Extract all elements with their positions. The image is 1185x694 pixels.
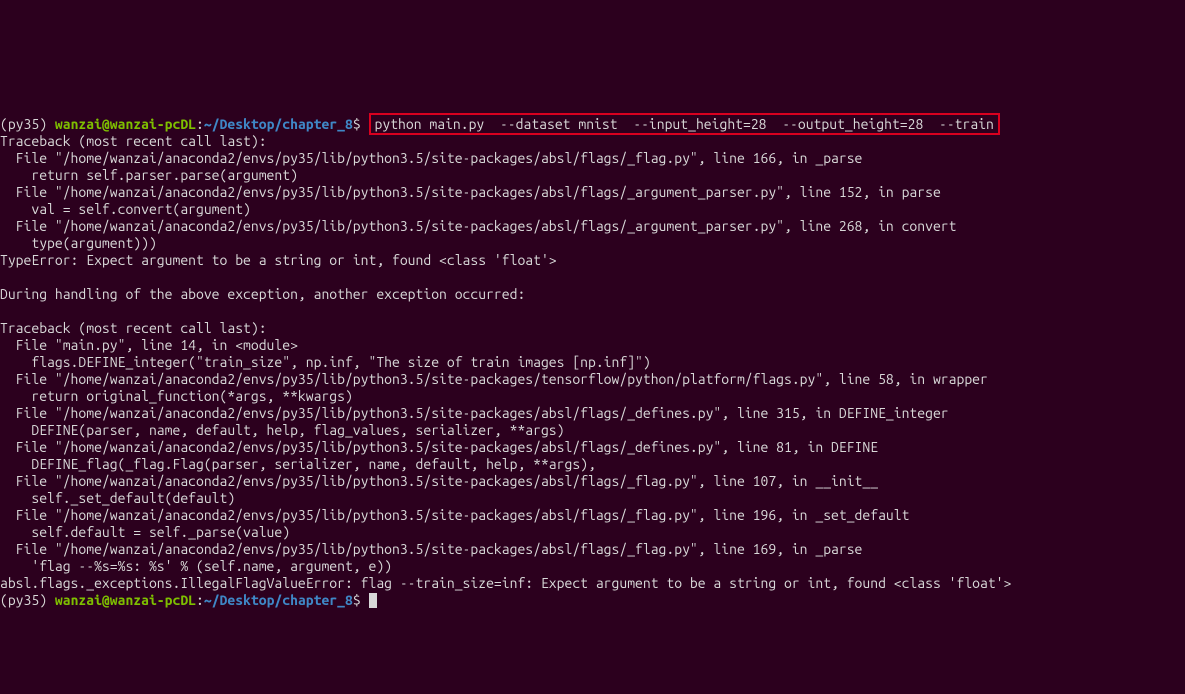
- prompt-env: (py35): [0, 592, 55, 608]
- traceback-2-line: flags.DEFINE_integer("train_size", np.in…: [0, 354, 651, 370]
- traceback-2-line: File "/home/wanzai/anaconda2/envs/py35/l…: [0, 405, 949, 421]
- traceback-2-line: self.default = self._parse(value): [0, 524, 290, 540]
- traceback-2-line: File "/home/wanzai/anaconda2/envs/py35/l…: [0, 473, 878, 489]
- traceback-2-line: File "main.py", line 14, in <module>: [0, 337, 298, 353]
- traceback-2-line: File "/home/wanzai/anaconda2/envs/py35/l…: [0, 371, 988, 387]
- prompt-dollar: $: [353, 592, 369, 608]
- traceback-2-header: Traceback (most recent call last):: [0, 320, 267, 336]
- traceback-2-line: File "/home/wanzai/anaconda2/envs/py35/l…: [0, 541, 862, 557]
- terminal-output[interactable]: (py35) wanzai@wanzai-pcDL:~/Desktop/chap…: [0, 116, 1185, 609]
- prompt-user: wanzai@wanzai-pcDL: [55, 592, 196, 608]
- traceback-1-line: File "/home/wanzai/anaconda2/envs/py35/l…: [0, 184, 941, 200]
- traceback-1-line: File "/home/wanzai/anaconda2/envs/py35/l…: [0, 218, 956, 234]
- traceback-2-line: 'flag --%s=%s: %s' % (self.name, argumen…: [0, 558, 392, 574]
- prompt-line-1: (py35) wanzai@wanzai-pcDL:~/Desktop/chap…: [0, 113, 1000, 135]
- traceback-1-error: TypeError: Expect argument to be a strin…: [0, 252, 557, 268]
- prompt-env: (py35): [0, 116, 55, 132]
- traceback-1-header: Traceback (most recent call last):: [0, 133, 267, 149]
- prompt-user: wanzai@wanzai-pcDL: [55, 116, 196, 132]
- traceback-2-line: File "/home/wanzai/anaconda2/envs/py35/l…: [0, 439, 878, 455]
- prompt-path: ~/Desktop/chapter_8: [204, 592, 353, 608]
- mid-exception-msg: During handling of the above exception, …: [0, 286, 525, 302]
- prompt-sep: :: [196, 592, 204, 608]
- prompt-line-2[interactable]: (py35) wanzai@wanzai-pcDL:~/Desktop/chap…: [0, 592, 377, 608]
- prompt-dollar: $: [353, 116, 369, 132]
- traceback-2-line: File "/home/wanzai/anaconda2/envs/py35/l…: [0, 507, 909, 523]
- traceback-1-line: File "/home/wanzai/anaconda2/envs/py35/l…: [0, 150, 862, 166]
- prompt-path: ~/Desktop/chapter_8: [204, 116, 353, 132]
- traceback-1-line: val = self.convert(argument): [0, 201, 251, 217]
- traceback-2-line: DEFINE_flag(_flag.Flag(parser, serialize…: [0, 456, 596, 472]
- traceback-2-line: return original_function(*args, **kwargs…: [0, 388, 353, 404]
- traceback-2-error: absl.flags._exceptions.IllegalFlagValueE…: [0, 575, 1011, 591]
- traceback-2-line: DEFINE(parser, name, default, help, flag…: [0, 422, 564, 438]
- prompt-sep: :: [196, 116, 204, 132]
- traceback-1-line: type(argument))): [0, 235, 157, 251]
- cursor: [369, 593, 377, 608]
- traceback-1-line: return self.parser.parse(argument): [0, 167, 298, 183]
- command-highlight-box: python main.py --dataset mnist --input_h…: [369, 113, 1000, 135]
- traceback-2-line: self._set_default(default): [0, 490, 235, 506]
